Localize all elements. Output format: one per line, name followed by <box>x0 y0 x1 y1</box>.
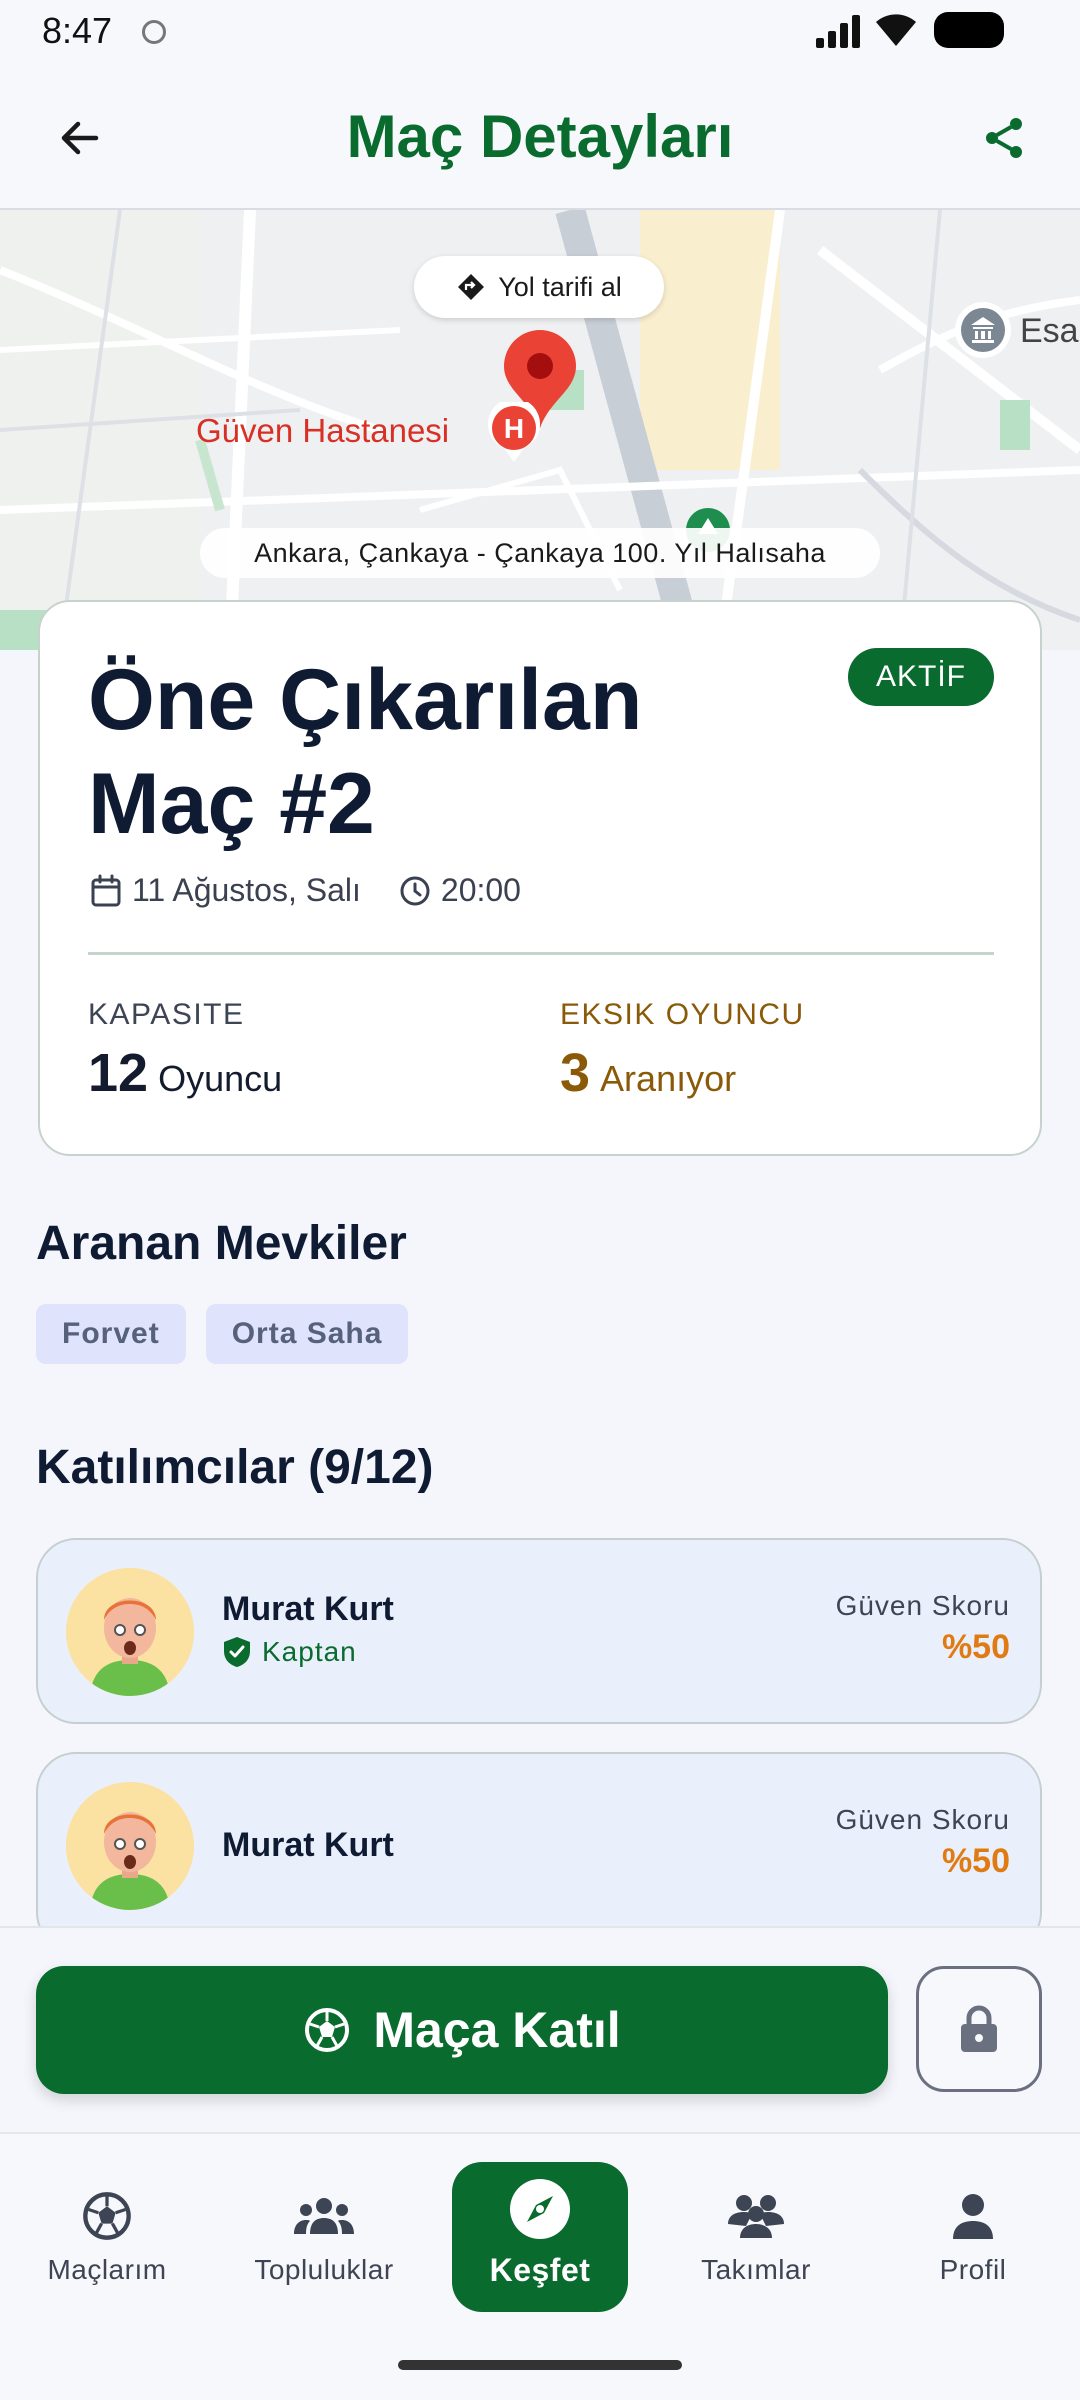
nav-label: Topluluklar <box>254 2254 394 2285</box>
trust-score-label: Güven Skoru <box>835 1804 1010 1835</box>
participant-name: Murat Kurt <box>222 1590 394 1628</box>
settings-status-icon <box>142 20 166 44</box>
action-bar: Maça Katıl <box>0 1926 1080 2132</box>
capacity-unit: Oyuncu <box>158 1058 283 1099</box>
hospital-label: Güven Hastanesi <box>196 412 450 449</box>
join-match-label: Maça Katıl <box>373 2002 621 2058</box>
nav-item-maclarim[interactable]: Maçlarım <box>7 2184 207 2286</box>
capacity-value: 12 <box>88 1043 149 1103</box>
soccer-ball-icon <box>83 2192 131 2240</box>
trust-score-value: %50 <box>941 1842 1010 1880</box>
avatar <box>66 1568 194 1696</box>
groups-icon <box>294 2198 354 2234</box>
match-meta: 11 Ağustos, Salı 20:00 <box>90 872 559 909</box>
match-time: 20:00 <box>399 872 521 909</box>
participant-card[interactable]: Murat Kurt Kaptan Güven Skoru %50 <box>36 1538 1042 1724</box>
page-title: Maç Detayları <box>346 103 734 170</box>
participant-card[interactable]: Murat Kurt Güven Skoru %50 <box>36 1752 1042 1952</box>
match-card: Öne Çıkarılan Maç #2 AKTİF 11 Ağustos, S… <box>38 600 1042 1156</box>
status-badge: AKTİF <box>847 648 994 706</box>
capacity-stat: KAPASITE 12 Oyuncu <box>88 998 282 1104</box>
directions-icon <box>458 274 485 300</box>
museum-icon <box>955 302 1011 358</box>
person-icon <box>953 2194 993 2239</box>
position-chip: Orta Saha <box>205 1304 409 1364</box>
position-chips: Forvet Orta Saha <box>36 1304 409 1364</box>
avatar-icon <box>66 1568 194 1696</box>
lock-button[interactable] <box>916 1966 1042 2092</box>
match-time-text: 20:00 <box>440 872 521 908</box>
avatar <box>66 1782 194 1910</box>
nav-label: Takımlar <box>701 2254 811 2285</box>
hospital-icon: H <box>488 402 540 462</box>
share-button[interactable] <box>972 106 1036 170</box>
nav-item-kesfet[interactable]: Keşfet <box>452 2162 628 2312</box>
location-label: Ankara, Çankaya - Çankaya 100. Yıl Halıs… <box>200 528 880 578</box>
map[interactable]: Yol tarifi al H Güven Hastanesi Ankara, … <box>0 210 1080 650</box>
avatar-icon <box>66 1782 194 1910</box>
nav-item-profil[interactable]: Profil <box>873 2184 1073 2286</box>
match-date: 11 Ağustos, Salı <box>90 872 361 909</box>
missing-players-stat: EKSIK OYUNCU 3 Aranıyor <box>560 998 805 1104</box>
status-time: 8:47 <box>42 10 113 51</box>
compass-icon <box>510 2179 570 2239</box>
missing-label: EKSIK OYUNCU <box>560 998 805 1031</box>
positions-title: Aranan Mevkiler <box>36 1217 407 1270</box>
lock-icon <box>961 2005 997 2052</box>
clock-icon <box>400 876 430 905</box>
status-bar: 8:47 <box>0 0 1080 66</box>
soccer-ball-icon <box>305 2008 350 2052</box>
participants-title: Katılımcılar (9/12) <box>36 1441 434 1494</box>
trust-score-value: %50 <box>941 1628 1010 1666</box>
participant-role-text: Kaptan <box>262 1636 357 1667</box>
calendar-icon <box>91 874 121 906</box>
trust-score-label: Güven Skoru <box>835 1590 1010 1621</box>
poi-label: Esa <box>1020 312 1079 350</box>
battery-icon <box>934 12 1004 48</box>
app-bar: Maç Detayları <box>0 66 1080 210</box>
capacity-label: KAPASITE <box>88 998 245 1031</box>
share-icon <box>986 118 1022 158</box>
participant-role: Kaptan <box>222 1636 357 1668</box>
directions-label: Yol tarifi al <box>498 271 622 302</box>
divider <box>88 952 994 955</box>
missing-value: 3 <box>560 1043 591 1103</box>
nav-item-takimlar[interactable]: Takımlar <box>656 2184 856 2286</box>
svg-text:H: H <box>504 413 524 444</box>
nav-label: Maçlarım <box>47 2254 167 2285</box>
signal-icon <box>816 15 860 48</box>
join-match-button[interactable]: Maça Katıl <box>36 1966 888 2094</box>
nav-label: Keşfet <box>489 2252 591 2288</box>
nav-item-topluluklar[interactable]: Topluluklar <box>224 2184 424 2286</box>
team-icon <box>728 2195 784 2238</box>
match-title: Öne Çıkarılan Maç #2 <box>88 652 643 852</box>
wifi-icon <box>876 14 916 46</box>
nav-label: Profil <box>939 2254 1007 2285</box>
shield-check-icon <box>224 1637 250 1667</box>
match-date-text: 11 Ağustos, Salı <box>132 872 361 908</box>
position-chip: Forvet <box>36 1304 186 1364</box>
home-indicator[interactable] <box>398 2360 682 2370</box>
participant-name: Murat Kurt <box>222 1826 394 1864</box>
missing-unit: Aranıyor <box>600 1058 737 1099</box>
directions-chip[interactable]: Yol tarifi al <box>414 256 664 318</box>
